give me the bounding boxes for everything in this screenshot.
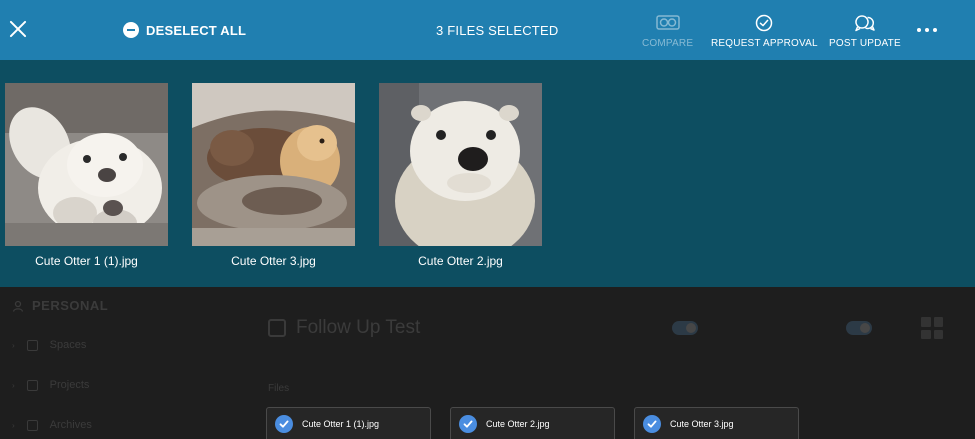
post-update-button[interactable]: POST UPDATE [829, 14, 901, 49]
check-icon[interactable] [459, 414, 477, 433]
toggle-switch[interactable] [846, 321, 872, 335]
deselect-all-label: DESELECT ALL [146, 22, 247, 38]
request-approval-button[interactable]: REQUEST APPROVAL [711, 14, 818, 49]
file-name: Cute Otter 2.jpg [418, 254, 503, 268]
space-title-text: Follow Up Test [296, 317, 421, 338]
compare-button[interactable]: COMPARE [642, 14, 693, 49]
spaces-icon [26, 339, 38, 351]
request-approval-label: REQUEST APPROVAL [711, 38, 818, 49]
grid-view-icon[interactable] [921, 317, 943, 339]
check-icon[interactable] [275, 414, 293, 433]
file-card[interactable]: Cute Otter 3.jpg [634, 407, 799, 439]
selected-file-thumbnail[interactable]: Cute Otter 1 (1).jpg [5, 83, 168, 268]
post-update-label: POST UPDATE [829, 38, 901, 49]
file-card[interactable]: Cute Otter 1 (1).jpg [266, 407, 431, 439]
user-icon [12, 300, 24, 312]
chevron-right-icon: › [12, 420, 15, 430]
chevron-right-icon: › [12, 380, 15, 390]
selected-files-tray: Cute Otter 1 (1).jpg Cute Otter 3.jpg Cu… [0, 60, 975, 287]
sidebar-item-projects[interactable]: › Projects [12, 379, 89, 391]
compare-label: COMPARE [642, 38, 694, 49]
projects-icon [26, 379, 38, 391]
sidebar-item-archives[interactable]: › Archives [12, 419, 92, 431]
space-icon [268, 319, 286, 337]
file-name: Cute Otter 3.jpg [231, 254, 316, 268]
sidebar-item-spaces[interactable]: › Spaces [12, 339, 86, 351]
selected-count-text: 3 FILES SELECTED [436, 23, 559, 38]
selection-toolbar: DESELECT ALL 3 FILES SELECTED COMPARE RE… [0, 0, 975, 60]
space-title: Follow Up Test [268, 317, 420, 339]
check-icon[interactable] [643, 414, 661, 433]
app-window: DESELECT ALL 3 FILES SELECTED COMPARE RE… [0, 0, 975, 439]
compare-icon [655, 15, 680, 30]
chevron-right-icon: › [12, 340, 15, 350]
file-card-name: Cute Otter 3.jpg [670, 418, 734, 429]
dimmed-background: PERSONAL › Spaces › Projects › Archives … [0, 287, 975, 439]
check-circle-icon [756, 14, 773, 32]
selected-file-thumbnail[interactable]: Cute Otter 3.jpg [192, 83, 355, 268]
sidebar-section-personal: PERSONAL [12, 298, 108, 313]
selected-file-thumbnail[interactable]: Cute Otter 2.jpg [379, 83, 542, 268]
files-section-label: Files [268, 383, 290, 394]
otter-image [5, 83, 168, 246]
deselect-all-button[interactable]: DESELECT ALL [123, 22, 246, 38]
option-toggle-2[interactable] [846, 321, 872, 335]
file-card-name: Cute Otter 1 (1).jpg [302, 418, 380, 429]
toggle-switch[interactable] [672, 321, 698, 335]
sidebar-section-label: PERSONAL [32, 298, 109, 313]
file-name: Cute Otter 1 (1).jpg [35, 254, 138, 268]
otter-image [192, 83, 355, 246]
minus-circle-icon [123, 22, 139, 38]
otter-image [379, 83, 542, 246]
file-card-name: Cute Otter 2.jpg [486, 418, 550, 429]
more-options-icon[interactable] [917, 28, 937, 32]
chat-bubbles-icon [855, 15, 875, 32]
close-icon[interactable] [9, 20, 27, 38]
sidebar-item-label: Spaces [49, 339, 87, 351]
archives-icon [26, 419, 38, 431]
option-toggle-1[interactable] [672, 321, 698, 335]
file-card[interactable]: Cute Otter 2.jpg [450, 407, 615, 439]
sidebar-item-label: Projects [49, 379, 90, 391]
sidebar-item-label: Archives [49, 419, 92, 431]
